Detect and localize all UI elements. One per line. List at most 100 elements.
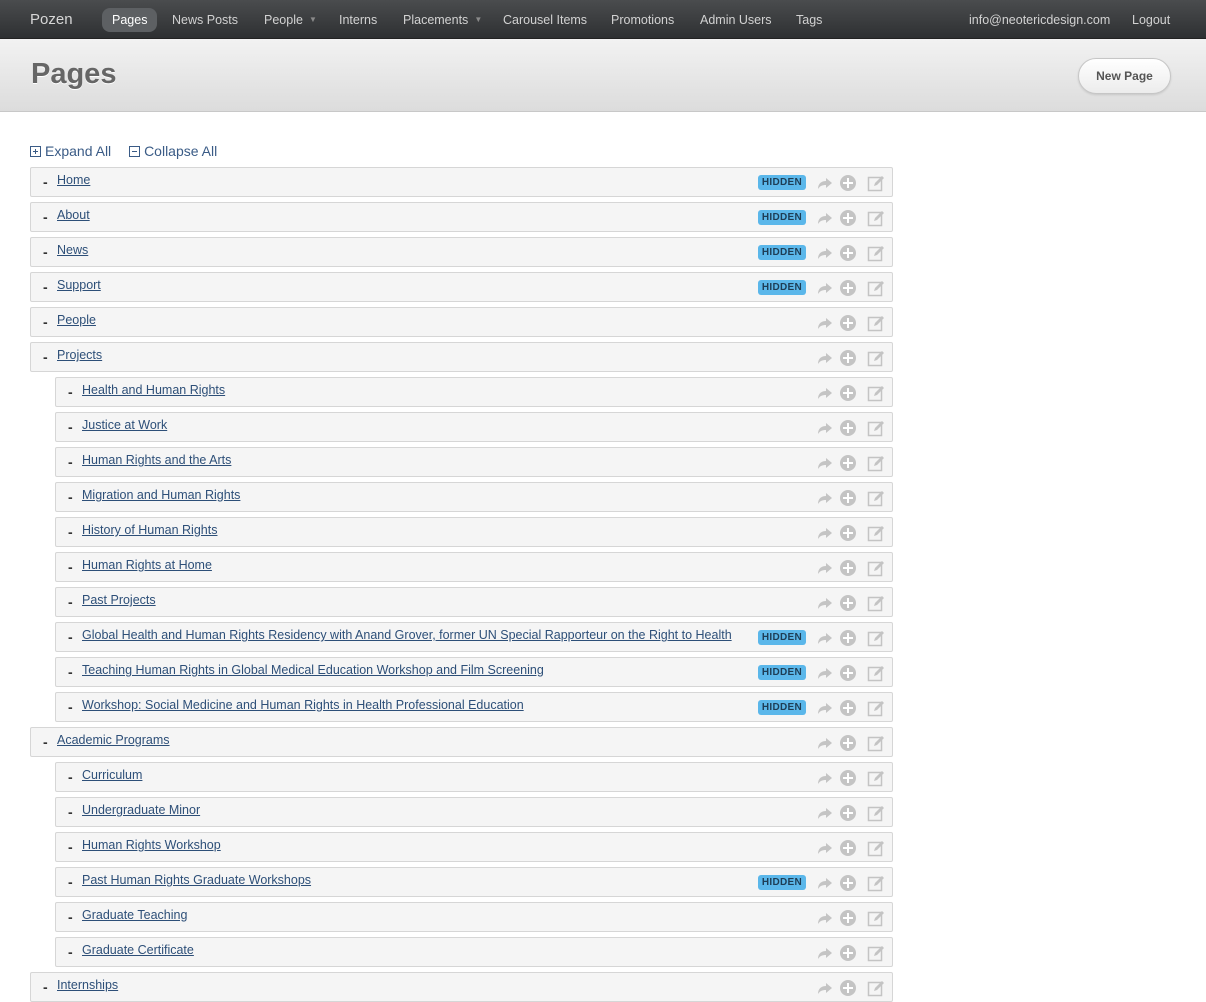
collapse-toggle-icon[interactable]: - [43, 174, 48, 190]
page-row[interactable]: - News HIDDEN [30, 237, 893, 267]
collapse-toggle-icon[interactable]: - [68, 384, 73, 400]
move-arrow-icon[interactable] [815, 804, 833, 822]
page-row[interactable]: - Migration and Human Rights [55, 482, 893, 512]
move-arrow-icon[interactable] [815, 244, 833, 262]
edit-icon[interactable] [867, 769, 885, 787]
page-row[interactable]: - Workshop: Social Medicine and Human Rig… [55, 692, 893, 722]
nav-item-placements[interactable]: Placements ▼ [403, 13, 482, 27]
user-email-link[interactable]: info@neotericdesign.com [969, 13, 1110, 27]
edit-icon[interactable] [867, 874, 885, 892]
collapse-toggle-icon[interactable]: - [68, 594, 73, 610]
page-row[interactable]: - History of Human Rights [55, 517, 893, 547]
page-row[interactable]: - Teaching Human Rights in Global Medical… [55, 657, 893, 687]
page-row[interactable]: - Home HIDDEN [30, 167, 893, 197]
edit-icon[interactable] [867, 524, 885, 542]
edit-icon[interactable] [867, 349, 885, 367]
page-title-link[interactable]: Human Rights at Home [82, 558, 212, 572]
page-row[interactable]: - Human Rights Workshop [55, 832, 893, 862]
nav-item-admin-users[interactable]: Admin Users [700, 13, 772, 27]
add-child-icon[interactable] [839, 349, 857, 367]
collapse-toggle-icon[interactable]: - [43, 244, 48, 260]
add-child-icon[interactable] [839, 734, 857, 752]
add-child-icon[interactable] [839, 594, 857, 612]
page-row[interactable]: - Curriculum [55, 762, 893, 792]
add-child-icon[interactable] [839, 524, 857, 542]
page-title-link[interactable]: Support [57, 278, 101, 292]
edit-icon[interactable] [867, 909, 885, 927]
page-row[interactable]: - Graduate Certificate [55, 937, 893, 967]
collapse-toggle-icon[interactable]: - [43, 279, 48, 295]
add-child-icon[interactable] [839, 559, 857, 577]
add-child-icon[interactable] [839, 384, 857, 402]
move-arrow-icon[interactable] [815, 769, 833, 787]
nav-item-people[interactable]: People ▼ [264, 13, 317, 27]
add-child-icon[interactable] [839, 769, 857, 787]
page-title-link[interactable]: Graduate Certificate [82, 943, 194, 957]
logout-link[interactable]: Logout [1132, 13, 1170, 27]
move-arrow-icon[interactable] [815, 944, 833, 962]
add-child-icon[interactable] [839, 874, 857, 892]
page-row[interactable]: - Academic Programs [30, 727, 893, 757]
page-row[interactable]: - People [30, 307, 893, 337]
move-arrow-icon[interactable] [815, 839, 833, 857]
move-arrow-icon[interactable] [815, 524, 833, 542]
add-child-icon[interactable] [839, 209, 857, 227]
edit-icon[interactable] [867, 489, 885, 507]
edit-icon[interactable] [867, 279, 885, 297]
page-row[interactable]: - Health and Human Rights [55, 377, 893, 407]
page-title-link[interactable]: Internships [57, 978, 118, 992]
page-row[interactable]: - Past Projects [55, 587, 893, 617]
move-arrow-icon[interactable] [815, 419, 833, 437]
add-child-icon[interactable] [839, 699, 857, 717]
collapse-toggle-icon[interactable]: - [68, 944, 73, 960]
page-title-link[interactable]: News [57, 243, 88, 257]
collapse-toggle-icon[interactable]: - [43, 979, 48, 995]
expand-all-button[interactable]: Expand All [30, 143, 111, 159]
edit-icon[interactable] [867, 209, 885, 227]
edit-icon[interactable] [867, 559, 885, 577]
collapse-toggle-icon[interactable]: - [68, 454, 73, 470]
page-row[interactable]: - Global Health and Human Rights Residenc… [55, 622, 893, 652]
add-child-icon[interactable] [839, 244, 857, 262]
page-row[interactable]: - About HIDDEN [30, 202, 893, 232]
edit-icon[interactable] [867, 804, 885, 822]
collapse-toggle-icon[interactable]: - [68, 699, 73, 715]
collapse-toggle-icon[interactable]: - [68, 629, 73, 645]
nav-item-pages[interactable]: Pages [102, 8, 158, 32]
edit-icon[interactable] [867, 734, 885, 752]
move-arrow-icon[interactable] [815, 699, 833, 717]
edit-icon[interactable] [867, 839, 885, 857]
move-arrow-icon[interactable] [815, 594, 833, 612]
edit-icon[interactable] [867, 664, 885, 682]
collapse-toggle-icon[interactable]: - [68, 524, 73, 540]
edit-icon[interactable] [867, 979, 885, 997]
move-arrow-icon[interactable] [815, 454, 833, 472]
new-page-button[interactable]: New Page [1078, 58, 1171, 94]
page-title-link[interactable]: Curriculum [82, 768, 142, 782]
move-arrow-icon[interactable] [815, 734, 833, 752]
move-arrow-icon[interactable] [815, 664, 833, 682]
collapse-toggle-icon[interactable]: - [68, 489, 73, 505]
move-arrow-icon[interactable] [815, 489, 833, 507]
page-title-link[interactable]: Past Projects [82, 593, 156, 607]
nav-item-tags[interactable]: Tags [796, 13, 822, 27]
collapse-toggle-icon[interactable]: - [68, 664, 73, 680]
collapse-all-button[interactable]: Collapse All [129, 143, 217, 159]
move-arrow-icon[interactable] [815, 314, 833, 332]
edit-icon[interactable] [867, 699, 885, 717]
add-child-icon[interactable] [839, 314, 857, 332]
edit-icon[interactable] [867, 384, 885, 402]
edit-icon[interactable] [867, 244, 885, 262]
collapse-toggle-icon[interactable]: - [43, 314, 48, 330]
edit-icon[interactable] [867, 594, 885, 612]
collapse-toggle-icon[interactable]: - [68, 419, 73, 435]
add-child-icon[interactable] [839, 979, 857, 997]
collapse-toggle-icon[interactable]: - [68, 839, 73, 855]
add-child-icon[interactable] [839, 174, 857, 192]
nav-item-carousel-items[interactable]: Carousel Items [503, 13, 587, 27]
nav-item-promotions[interactable]: Promotions [611, 13, 674, 27]
nav-item-news-posts[interactable]: News Posts [172, 13, 238, 27]
edit-icon[interactable] [867, 629, 885, 647]
collapse-toggle-icon[interactable]: - [43, 349, 48, 365]
add-child-icon[interactable] [839, 909, 857, 927]
